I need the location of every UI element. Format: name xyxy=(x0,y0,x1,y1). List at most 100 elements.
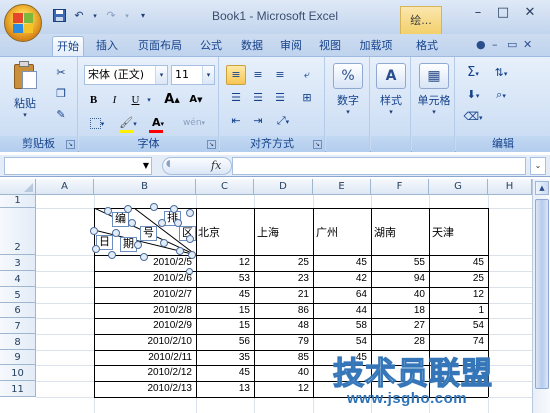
grow-font-button[interactable]: A▲ xyxy=(161,90,183,110)
tab-page-layout[interactable]: 页面布局 xyxy=(132,36,188,56)
chevron-down-icon[interactable]: ▾ xyxy=(155,66,167,84)
font-launcher-icon[interactable]: ↘ xyxy=(207,140,216,149)
header-textbox[interactable]: 编 xyxy=(112,212,129,227)
header-textbox[interactable]: 号 xyxy=(140,226,157,241)
clear-button[interactable]: ⌫▾ xyxy=(460,107,486,127)
value-cell[interactable]: 15 xyxy=(196,320,250,331)
value-cell[interactable]: 45 xyxy=(196,367,250,378)
column-header-d[interactable]: D xyxy=(254,179,313,195)
value-cell[interactable]: 40 xyxy=(371,289,425,300)
value-cell[interactable]: 74 xyxy=(430,336,484,347)
city-header-cell[interactable]: 北京 xyxy=(198,224,220,240)
value-cell[interactable]: 15 xyxy=(196,305,250,316)
scroll-thumb[interactable] xyxy=(535,199,549,389)
row-header-5[interactable]: 5 xyxy=(0,287,36,303)
column-header-f[interactable]: F xyxy=(371,179,429,195)
value-cell[interactable]: 54 xyxy=(430,320,484,331)
row-header-6[interactable]: 6 xyxy=(0,303,36,318)
cells-button[interactable]: ▦ 单元格 ▾ xyxy=(414,63,454,116)
value-cell[interactable]: 23 xyxy=(255,273,309,284)
chevron-down-icon[interactable]: ▾ xyxy=(202,66,214,84)
tab-insert[interactable]: 插入 xyxy=(92,36,122,56)
name-box[interactable]: ▼ xyxy=(4,157,152,175)
value-cell[interactable]: 40 xyxy=(255,367,309,378)
cut-button[interactable]: ✂ xyxy=(52,63,70,83)
maximize-button[interactable]: □ xyxy=(491,4,515,22)
bold-button[interactable]: B xyxy=(84,90,103,110)
value-cell[interactable]: 94 xyxy=(371,273,425,284)
value-cell[interactable]: 25 xyxy=(255,257,309,268)
date-cell[interactable]: 2010/2/9 xyxy=(96,320,192,331)
value-cell[interactable]: 56 xyxy=(196,336,250,347)
value-cell[interactable]: 12 xyxy=(430,289,484,300)
row-header-1[interactable]: 1 xyxy=(0,195,36,208)
value-cell[interactable]: 35 xyxy=(196,352,250,363)
date-cell[interactable]: 2010/2/13 xyxy=(96,383,193,394)
value-cell[interactable]: 1 xyxy=(430,305,484,316)
decrease-indent-button[interactable]: ⇤ xyxy=(226,111,246,131)
underline-button[interactable]: U xyxy=(126,90,145,110)
row-header-7[interactable]: 7 xyxy=(0,318,36,334)
city-header-cell[interactable]: 湖南 xyxy=(374,224,396,240)
value-cell[interactable]: 18 xyxy=(371,305,425,316)
value-cell[interactable]: 12 xyxy=(196,257,250,268)
tab-add-ins[interactable]: 加载项 xyxy=(354,36,398,56)
date-cell[interactable]: 2010/2/10 xyxy=(96,336,193,347)
paste-button[interactable]: 粘贴 ▾ xyxy=(8,61,42,119)
city-header-cell[interactable]: 上海 xyxy=(257,224,279,240)
date-cell[interactable]: 2010/2/5 xyxy=(96,257,192,268)
column-header-a[interactable]: A xyxy=(36,179,94,195)
value-cell[interactable]: 85 xyxy=(255,352,309,363)
align-right-button[interactable]: ☰ xyxy=(270,88,290,108)
minimize-button[interactable]: – xyxy=(466,4,490,22)
value-cell[interactable]: 58 xyxy=(313,320,367,331)
date-cell[interactable]: 2010/2/12 xyxy=(96,367,193,378)
value-cell[interactable]: 86 xyxy=(255,305,309,316)
value-cell[interactable]: 79 xyxy=(255,336,309,347)
merge-center-button[interactable]: ⊞ xyxy=(296,88,318,108)
chevron-down-icon[interactable]: ▾ xyxy=(145,90,153,110)
copy-button[interactable]: ❐ xyxy=(52,84,70,104)
splitter-icon[interactable]: ◖ xyxy=(166,159,171,169)
row-header-9[interactable]: 9 xyxy=(0,350,36,365)
minimize-icon[interactable]: – xyxy=(492,38,498,51)
city-header-cell[interactable]: 天津 xyxy=(432,224,454,240)
bottom-align-button[interactable]: ≡ xyxy=(270,65,290,85)
value-cell[interactable]: 54 xyxy=(313,336,367,347)
value-cell[interactable]: 12 xyxy=(255,383,309,394)
phonetic-guide-button[interactable]: wén▾ xyxy=(179,113,209,133)
formula-input[interactable] xyxy=(232,157,526,175)
wrap-text-button[interactable]: ⤶ xyxy=(296,65,318,85)
value-cell[interactable]: 13 xyxy=(196,383,250,394)
drawing-tools-context-tab[interactable]: 绘... xyxy=(400,6,442,34)
top-align-button[interactable]: ≡ xyxy=(226,65,246,85)
column-header-b[interactable]: B xyxy=(94,179,196,195)
chevron-down-icon[interactable]: ▼ xyxy=(143,158,149,174)
restore-icon[interactable]: ▭ xyxy=(507,38,517,51)
value-cell[interactable]: 45 xyxy=(196,289,250,300)
value-cell[interactable]: 42 xyxy=(313,273,367,284)
value-cell[interactable]: 55 xyxy=(371,257,425,268)
row-header-11[interactable]: 11 xyxy=(0,381,36,397)
scroll-up-icon[interactable]: ▲ xyxy=(535,181,549,195)
value-cell[interactable]: 28 xyxy=(371,336,425,347)
tab-data[interactable]: 数据 xyxy=(237,36,267,56)
column-header-c[interactable]: C xyxy=(196,179,254,195)
value-cell[interactable]: 45 xyxy=(313,257,367,268)
row-header-4[interactable]: 4 xyxy=(0,271,36,287)
find-select-button[interactable]: ⌕▾ xyxy=(488,85,514,105)
tab-home[interactable]: 开始 xyxy=(52,36,84,56)
office-button[interactable] xyxy=(4,4,42,42)
tab-format[interactable]: 格式 xyxy=(412,36,442,56)
date-cell[interactable]: 2010/2/7 xyxy=(96,289,192,300)
column-header-h[interactable]: H xyxy=(488,179,532,195)
align-center-button[interactable]: ☰ xyxy=(248,88,268,108)
border-button[interactable]: ▾ xyxy=(84,113,110,133)
value-cell[interactable]: 53 xyxy=(196,273,250,284)
middle-align-button[interactable]: ≡ xyxy=(248,65,268,85)
insert-function-icon[interactable]: fx xyxy=(211,159,221,172)
italic-button[interactable]: I xyxy=(105,90,124,110)
city-header-cell[interactable]: 广州 xyxy=(316,224,338,240)
sort-filter-button[interactable]: ⇅▾ xyxy=(488,63,514,83)
fill-button[interactable]: ⬇▾ xyxy=(460,85,486,105)
